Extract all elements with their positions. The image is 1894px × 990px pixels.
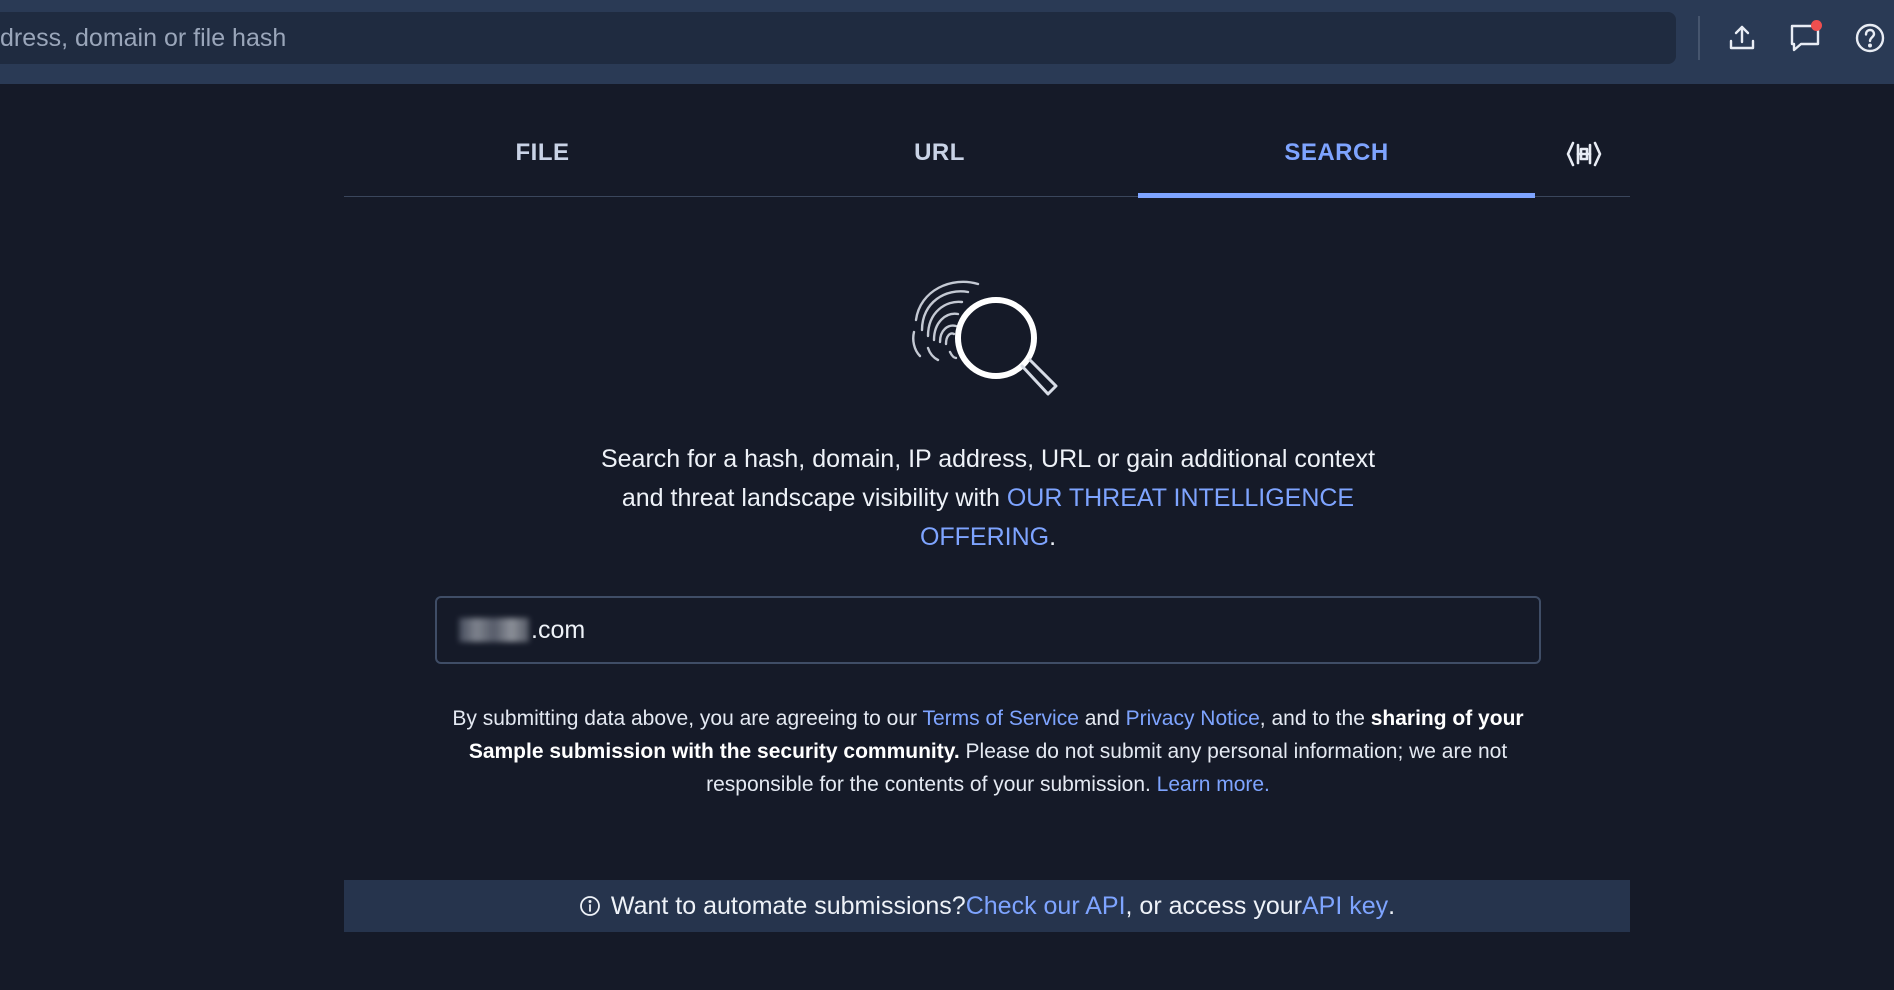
info-icon bbox=[579, 895, 601, 917]
api-banner: Want to automate submissions? Check our … bbox=[344, 880, 1630, 932]
terms-notice: By submitting data above, you are agreei… bbox=[440, 702, 1536, 801]
search-intro-text: Search for a hash, domain, IP address, U… bbox=[590, 440, 1386, 557]
chat-notification-icon[interactable] bbox=[1786, 18, 1826, 58]
api-banner-text-3: . bbox=[1388, 891, 1396, 920]
tab-url[interactable]: URL bbox=[741, 110, 1138, 196]
redacted-text bbox=[459, 618, 529, 642]
learn-more-link[interactable]: Learn more. bbox=[1157, 773, 1270, 796]
intro-period: . bbox=[1049, 523, 1057, 551]
submission-tabs: FILE URL SEARCH bbox=[344, 110, 1630, 198]
terms-of-service-link[interactable]: Terms of Service bbox=[923, 707, 1079, 730]
notification-dot bbox=[1811, 20, 1822, 31]
global-search-input[interactable]: dress, domain or file hash bbox=[0, 12, 1676, 64]
terms-text-1: By submitting data above, you are agreei… bbox=[452, 707, 923, 730]
topbar-divider bbox=[1698, 16, 1700, 60]
tab-search[interactable]: SEARCH bbox=[1138, 110, 1535, 198]
code-brackets-icon[interactable] bbox=[1564, 134, 1604, 174]
fingerprint-search-icon bbox=[906, 270, 1066, 406]
terms-text-2: , and to the bbox=[1259, 707, 1371, 730]
top-bar: dress, domain or file hash bbox=[0, 0, 1894, 84]
search-input[interactable]: .com bbox=[435, 596, 1541, 664]
privacy-notice-link[interactable]: Privacy Notice bbox=[1126, 707, 1260, 730]
check-api-link[interactable]: Check our API bbox=[966, 892, 1126, 921]
tab-file[interactable]: FILE bbox=[344, 110, 741, 196]
search-input-value: .com bbox=[531, 615, 586, 644]
api-key-link[interactable]: API key bbox=[1302, 892, 1388, 921]
api-banner-text-1: Want to automate submissions? bbox=[610, 891, 966, 920]
global-search-placeholder: dress, domain or file hash bbox=[0, 23, 287, 52]
help-icon[interactable] bbox=[1850, 18, 1890, 58]
api-banner-text-2: , or access your bbox=[1125, 891, 1302, 920]
terms-and: and bbox=[1078, 707, 1126, 730]
upload-icon[interactable] bbox=[1722, 18, 1762, 58]
